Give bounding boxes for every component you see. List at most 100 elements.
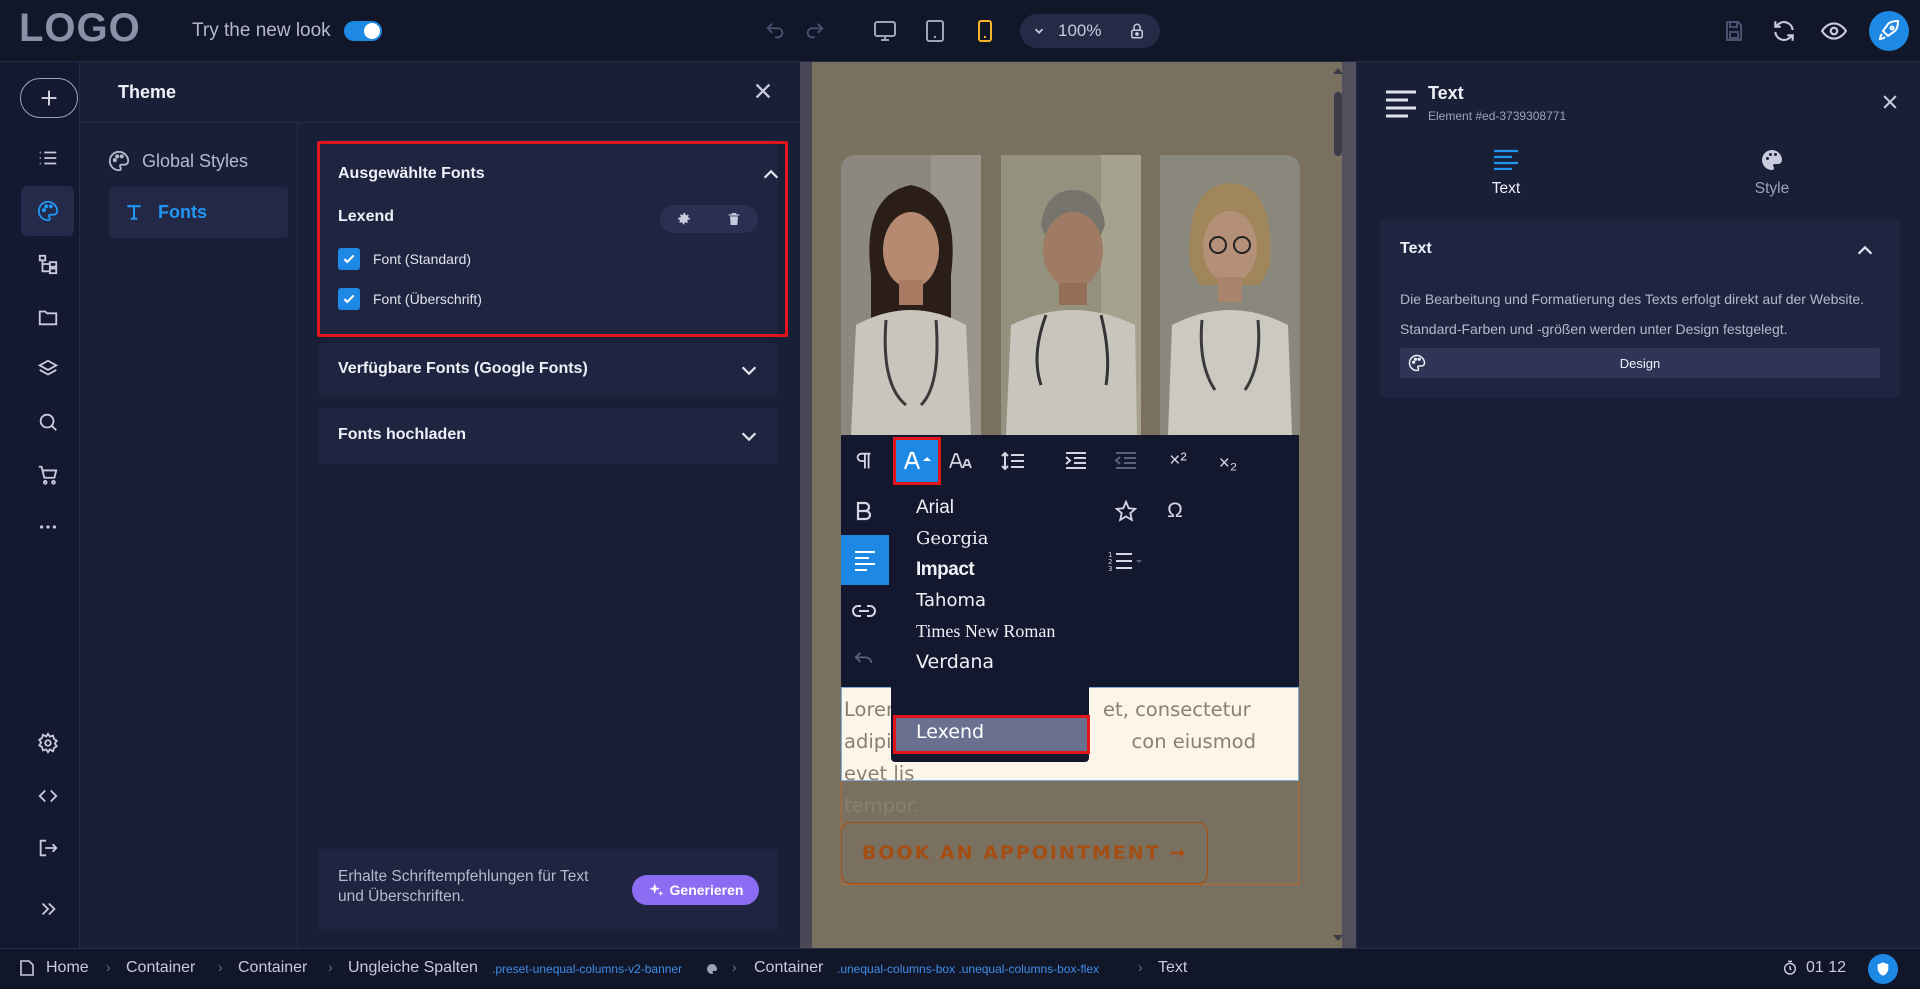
checkbox-label: Font (Standard) <box>373 251 472 267</box>
shield-icon <box>1877 962 1889 976</box>
breadcrumb-container[interactable]: Container <box>238 959 307 977</box>
scroll-up-icon[interactable] <box>1332 66 1344 76</box>
tablet-view-icon[interactable] <box>920 16 950 46</box>
bold-icon[interactable] <box>843 490 885 532</box>
lock-icon[interactable] <box>1128 22 1146 40</box>
page-icon <box>20 960 34 976</box>
checkbox[interactable] <box>338 248 360 270</box>
paragraph-format-icon[interactable] <box>843 440 885 482</box>
design-button[interactable]: Design <box>1400 348 1880 378</box>
font-family-button[interactable] <box>893 437 941 485</box>
theme-nav <box>80 123 298 948</box>
save-icon[interactable] <box>1719 16 1749 46</box>
tab-style[interactable]: Style <box>1736 180 1808 198</box>
add-element-button[interactable] <box>20 78 78 118</box>
expand-double-chevron-icon[interactable] <box>30 891 66 927</box>
link-icon[interactable] <box>843 590 885 632</box>
gear-icon[interactable] <box>676 211 692 227</box>
ordered-list-icon[interactable]: 123 <box>1104 540 1146 582</box>
breadcrumb-home[interactable]: Home <box>46 959 89 977</box>
chevron-down-icon[interactable] <box>738 359 760 381</box>
upload-fonts-section[interactable]: Fonts hochladen <box>318 408 778 464</box>
close-icon[interactable] <box>1880 92 1900 117</box>
breadcrumb-separator: › <box>328 959 333 975</box>
font-option-tahoma[interactable]: Tahoma <box>916 590 986 611</box>
font-name: Lexend <box>338 208 395 225</box>
checkbox-standard-font[interactable]: Font (Standard) <box>338 248 471 270</box>
text-tab-icon[interactable] <box>1492 148 1520 175</box>
new-look-label: Try the new look <box>192 20 331 41</box>
checkbox[interactable] <box>338 288 360 310</box>
canvas-scrollbar[interactable] <box>1334 92 1342 156</box>
close-icon[interactable] <box>752 80 774 107</box>
refresh-icon[interactable] <box>1769 16 1799 46</box>
book-appointment-button[interactable]: BOOK AN APPOINTMENT → <box>841 822 1208 884</box>
align-left-button[interactable] <box>841 535 889 585</box>
outdent-icon[interactable] <box>1105 440 1147 482</box>
undo-icon[interactable] <box>760 16 790 46</box>
palette-icon[interactable] <box>30 193 66 229</box>
exit-icon[interactable] <box>30 830 66 866</box>
settings-gear-icon[interactable] <box>30 725 66 761</box>
nav-item-label: Global Styles <box>142 150 249 171</box>
font-option-times-new-roman[interactable]: Times New Roman <box>916 621 1055 642</box>
zoom-control[interactable]: 100% <box>1020 14 1160 48</box>
font-option-georgia[interactable]: Georgia <box>916 528 988 549</box>
nav-item-global-styles[interactable]: Global Styles <box>108 146 288 176</box>
panel-title: Text <box>1428 83 1464 103</box>
folder-icon[interactable] <box>30 299 66 335</box>
nav-item-fonts[interactable]: Fonts <box>124 197 207 227</box>
design-button-label: Design <box>1619 355 1661 371</box>
breadcrumb-unequal-columns[interactable]: Ungleiche Spalten <box>348 959 478 977</box>
font-actions <box>660 205 758 233</box>
code-icon[interactable] <box>30 778 66 814</box>
more-dots-icon[interactable] <box>30 509 66 545</box>
trash-icon[interactable] <box>726 211 742 227</box>
preview-eye-icon[interactable] <box>1819 16 1849 46</box>
breadcrumb-container[interactable]: Container <box>754 959 823 977</box>
pages-list-icon[interactable] <box>30 140 66 176</box>
theme-panel-title: Theme <box>118 82 177 102</box>
scroll-down-icon[interactable] <box>1332 933 1344 943</box>
font-option-lexend-selected[interactable]: Lexend <box>893 715 1090 754</box>
chevron-up-icon[interactable] <box>1854 240 1876 262</box>
layers-icon[interactable] <box>30 351 66 387</box>
chevron-down-icon[interactable] <box>738 425 760 447</box>
font-option-impact[interactable]: Impact <box>916 559 975 581</box>
section-title: Fonts hochladen <box>338 426 466 443</box>
special-characters-button[interactable]: Ω <box>1154 490 1196 532</box>
font-size-icon[interactable] <box>942 440 984 482</box>
description-line: Standard-Farben und -größen werden unter… <box>1400 321 1788 337</box>
indent-icon[interactable] <box>1055 440 1097 482</box>
checkbox-heading-font[interactable]: Font (Überschrift) <box>338 288 482 310</box>
new-look-toggle[interactable] <box>344 21 382 41</box>
search-icon[interactable] <box>30 404 66 440</box>
superscript-button[interactable]: ×² <box>1157 440 1199 482</box>
element-properties-panel <box>1356 62 1920 948</box>
available-fonts-section[interactable]: Verfügbare Fonts (Google Fonts) <box>318 343 778 396</box>
description-line: Die Bearbeitung und Formatierung des Tex… <box>1400 291 1865 307</box>
desktop-view-icon[interactable] <box>870 16 900 46</box>
star-icon[interactable] <box>1105 490 1147 532</box>
align-left-icon <box>855 551 875 571</box>
recommendation-text: Erhalte Schriftempfehlungen für Text und… <box>338 868 589 905</box>
font-option-arial[interactable]: Arial <box>916 497 954 519</box>
nav-item-label: Fonts <box>158 201 207 222</box>
tab-text[interactable]: Text <box>1470 180 1542 198</box>
timer-icon <box>1783 960 1797 975</box>
generate-button[interactable]: Generieren <box>632 875 759 905</box>
subscript-button[interactable]: ×₂ <box>1207 443 1249 485</box>
style-tab-palette-icon[interactable] <box>1760 148 1784 177</box>
rocket-icon <box>1878 19 1900 41</box>
font-option-verdana[interactable]: Verdana <box>916 651 994 673</box>
structure-tree-icon[interactable] <box>30 246 66 282</box>
cart-icon[interactable] <box>30 457 66 493</box>
security-shield-button[interactable] <box>1868 954 1898 984</box>
undo-text-icon[interactable] <box>843 640 885 682</box>
line-height-icon[interactable] <box>992 440 1034 482</box>
breadcrumb-container[interactable]: Container <box>126 959 195 977</box>
redo-icon[interactable] <box>800 16 830 46</box>
mobile-view-icon[interactable] <box>970 16 1000 46</box>
publish-rocket-button[interactable] <box>1869 11 1909 51</box>
breadcrumb-text[interactable]: Text <box>1158 959 1187 977</box>
